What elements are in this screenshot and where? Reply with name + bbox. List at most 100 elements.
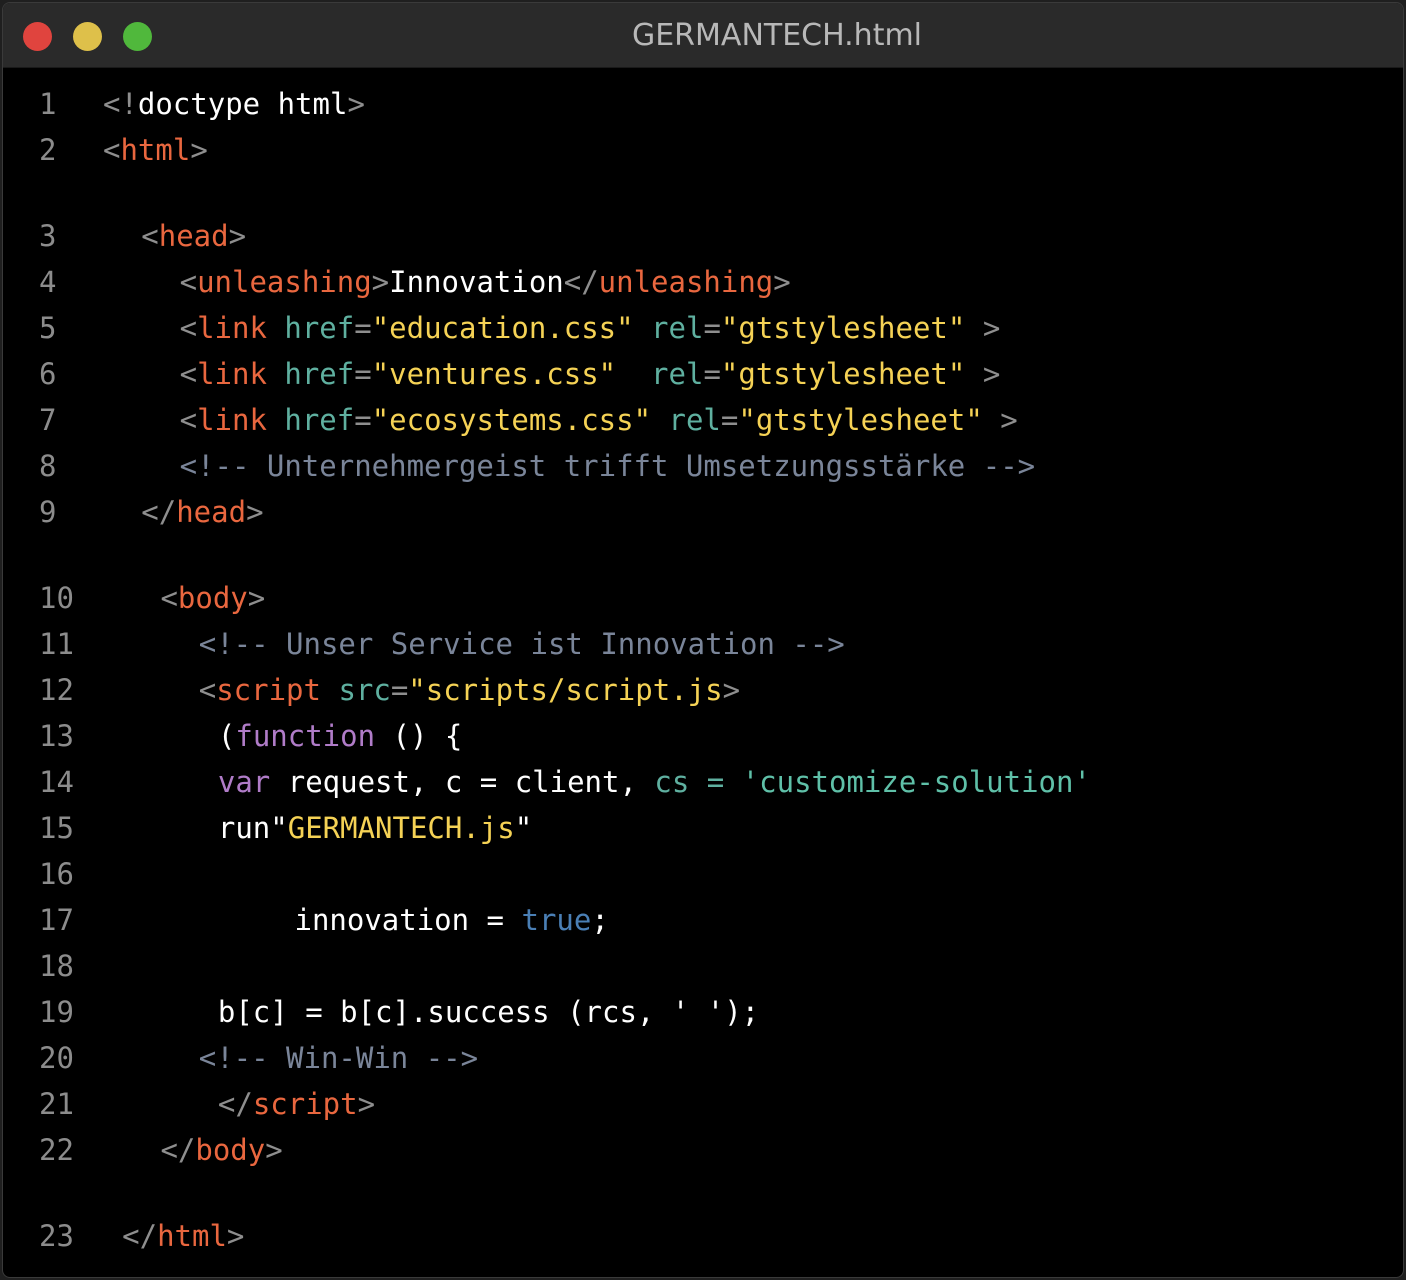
code-text: var request, c = client, cs = 'customize…	[218, 759, 1091, 805]
code-text: <head>	[141, 213, 246, 259]
code-line: 17 innovation = true;	[3, 897, 1401, 943]
code-line: 4 <unleashing>Innovation</unleashing>	[3, 259, 1401, 305]
code-text: <unleashing>Innovation</unleashing>	[180, 259, 791, 305]
line-number: 4	[39, 265, 57, 299]
code-line: 10 <body>	[3, 575, 1401, 621]
code-text: </script>	[218, 1081, 375, 1127]
code-text: <!-- Unternehmergeist trifft Umsetzungss…	[180, 443, 1036, 489]
line-number: 19	[39, 995, 74, 1029]
code-token: run"	[217, 811, 288, 845]
line-number: 23	[39, 1219, 74, 1253]
code-token: </	[122, 1219, 158, 1253]
code-token: <	[160, 581, 178, 615]
code-line: 3 <head>	[3, 213, 1401, 259]
code-line: 1 <!doctype html>	[3, 81, 1401, 127]
code-token: </	[141, 495, 177, 529]
code-text: <link href="ventures.css" rel="gtstylesh…	[180, 351, 1001, 397]
title-bar: GERMANTECH.html	[3, 3, 1403, 68]
code-token: true	[521, 903, 592, 937]
code-line: 15 run"GERMANTECH.js"	[3, 805, 1401, 851]
code-line: 11 <!-- Unser Service ist Innovation -->	[3, 621, 1401, 667]
code-line: 6 <link href="ventures.css" rel="gtstyles…	[3, 351, 1401, 397]
code-token: "ecosystems.css"	[371, 403, 669, 437]
code-token: innovation =	[294, 903, 522, 937]
code-token: script	[216, 673, 339, 707]
code-line: 23 </html>	[3, 1213, 1401, 1259]
code-token: href	[284, 357, 355, 391]
code-token: >	[190, 133, 208, 167]
code-text: <body>	[160, 575, 265, 621]
code-token: function	[235, 719, 376, 753]
code-token: >	[722, 673, 741, 707]
code-token: >	[246, 495, 264, 529]
code-token: <!-- Win-Win -->	[198, 1041, 479, 1075]
code-token: <	[179, 357, 198, 391]
code-token: =	[703, 311, 721, 345]
code-text: <!-- Win-Win -->	[199, 1035, 478, 1081]
code-token: html	[157, 1219, 227, 1253]
line-number: 20	[39, 1041, 74, 1075]
window-title: GERMANTECH.html	[631, 18, 923, 53]
code-line: 12 <script src="scripts/script.js>	[3, 667, 1401, 713]
code-token: link	[197, 357, 285, 391]
code-token: >	[1000, 403, 1018, 437]
code-line: 7 <link href="ecosystems.css" rel="gtstyl…	[3, 397, 1401, 443]
line-number: 17	[39, 903, 74, 937]
line-number: 8	[39, 449, 57, 483]
line-number: 22	[39, 1133, 74, 1167]
code-line: 18	[3, 943, 1401, 989]
code-line: 20 <!-- Win-Win -->	[3, 1035, 1401, 1081]
code-editor[interactable]: 1 <!doctype html> 2 <html> 3 <head> 4 <unleashi…	[3, 69, 1403, 1277]
code-token: <	[179, 265, 198, 299]
code-line: 5 <link href="education.css" rel="gtstyle…	[3, 305, 1401, 351]
code-text: run"GERMANTECH.js"	[218, 805, 532, 851]
code-token: <!	[103, 87, 138, 121]
code-token: rel	[668, 403, 721, 437]
code-token: "gtstylesheet"	[720, 357, 983, 391]
code-token: rel	[651, 311, 704, 345]
code-text: innovation = true;	[295, 897, 609, 943]
code-token: >	[226, 1219, 245, 1253]
code-token: "education.css"	[371, 311, 652, 345]
code-token: <	[179, 311, 198, 345]
line-number: 21	[39, 1087, 74, 1121]
code-token: </	[217, 1087, 253, 1121]
code-line: 13 (function () {	[3, 713, 1401, 759]
code-token: =	[354, 357, 372, 391]
code-token: request, c = client,	[270, 765, 655, 799]
line-number: 15	[39, 811, 74, 845]
code-token: >	[247, 581, 266, 615]
code-line: 19 b[c] = b[c].success (rcs, ' ');	[3, 989, 1401, 1035]
code-token: body	[177, 581, 248, 615]
code-text: <script src="scripts/script.js>	[199, 667, 740, 713]
code-token: <!-- Unser Service ist Innovation -->	[198, 627, 845, 661]
code-token: Innovation	[389, 265, 564, 299]
code-token: =	[354, 311, 372, 345]
code-token: unleashing	[598, 265, 774, 299]
line-number: 6	[39, 357, 57, 391]
code-token: =	[703, 357, 721, 391]
line-number: 2	[39, 133, 57, 167]
code-token: var	[217, 765, 271, 799]
code-token: "gtstylesheet"	[738, 403, 1001, 437]
code-token: >	[357, 1087, 376, 1121]
code-token: 'customize-solution'	[741, 765, 1091, 799]
code-text: b[c] = b[c].success (rcs, ' ');	[218, 989, 759, 1035]
code-text: (function () {	[218, 713, 462, 759]
code-text: <link href="ecosystems.css" rel="gtstyle…	[180, 397, 1018, 443]
code-token: >	[371, 265, 390, 299]
code-token: =	[354, 403, 372, 437]
line-number: 3	[39, 219, 57, 253]
code-token: <	[179, 403, 198, 437]
code-token: body	[195, 1133, 266, 1167]
line-number: 18	[39, 949, 74, 983]
code-token: <!-- Unternehmergeist trifft Umsetzungss…	[179, 449, 1036, 483]
line-number: 12	[39, 673, 74, 707]
code-text: <html>	[103, 127, 208, 173]
code-line: 21 </script>	[3, 1081, 1401, 1127]
code-token: head	[158, 219, 229, 253]
code-line: 9 </head>	[3, 489, 1401, 535]
line-number: 1	[39, 87, 57, 121]
code-token: (	[217, 719, 236, 753]
